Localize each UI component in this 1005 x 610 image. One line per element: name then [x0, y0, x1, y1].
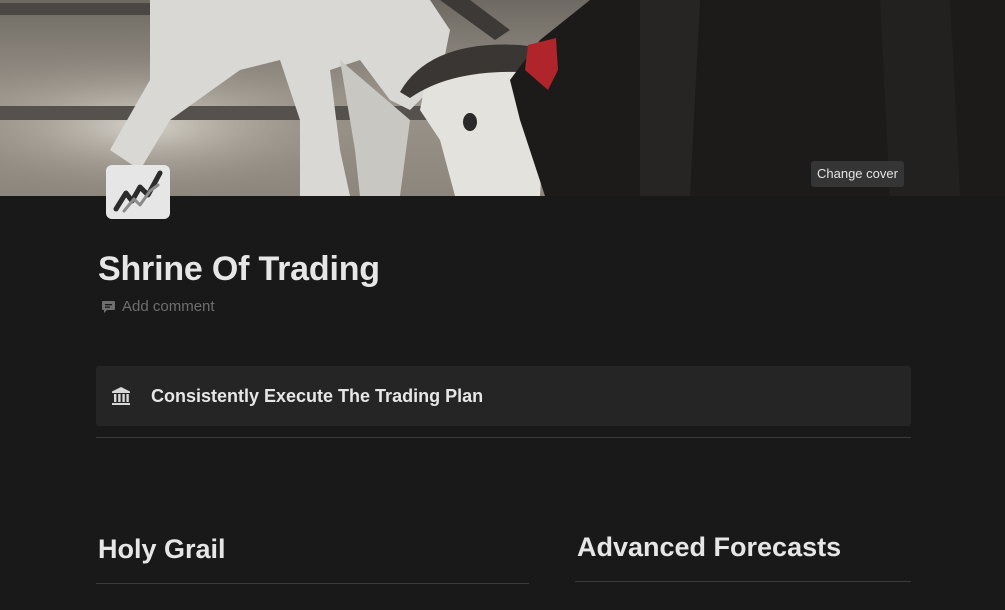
callout-block[interactable]: Consistently Execute The Trading Plan [96, 366, 911, 426]
callout-text: Consistently Execute The Trading Plan [151, 385, 484, 406]
change-cover-button[interactable]: Change cover [811, 161, 904, 187]
add-comment-button[interactable]: Add comment [101, 298, 215, 315]
page-icon[interactable] [106, 165, 170, 219]
divider [96, 583, 529, 584]
heading-advanced-forecasts[interactable]: Advanced Forecasts [577, 532, 841, 563]
page-title[interactable]: Shrine Of Trading [98, 250, 380, 289]
add-comment-label: Add comment [122, 298, 215, 315]
chart-trend-icon [113, 170, 163, 213]
comment-icon [102, 300, 115, 313]
heading-holy-grail[interactable]: Holy Grail [98, 534, 226, 565]
divider [575, 581, 911, 582]
bank-icon [112, 387, 130, 405]
divider [96, 437, 911, 438]
